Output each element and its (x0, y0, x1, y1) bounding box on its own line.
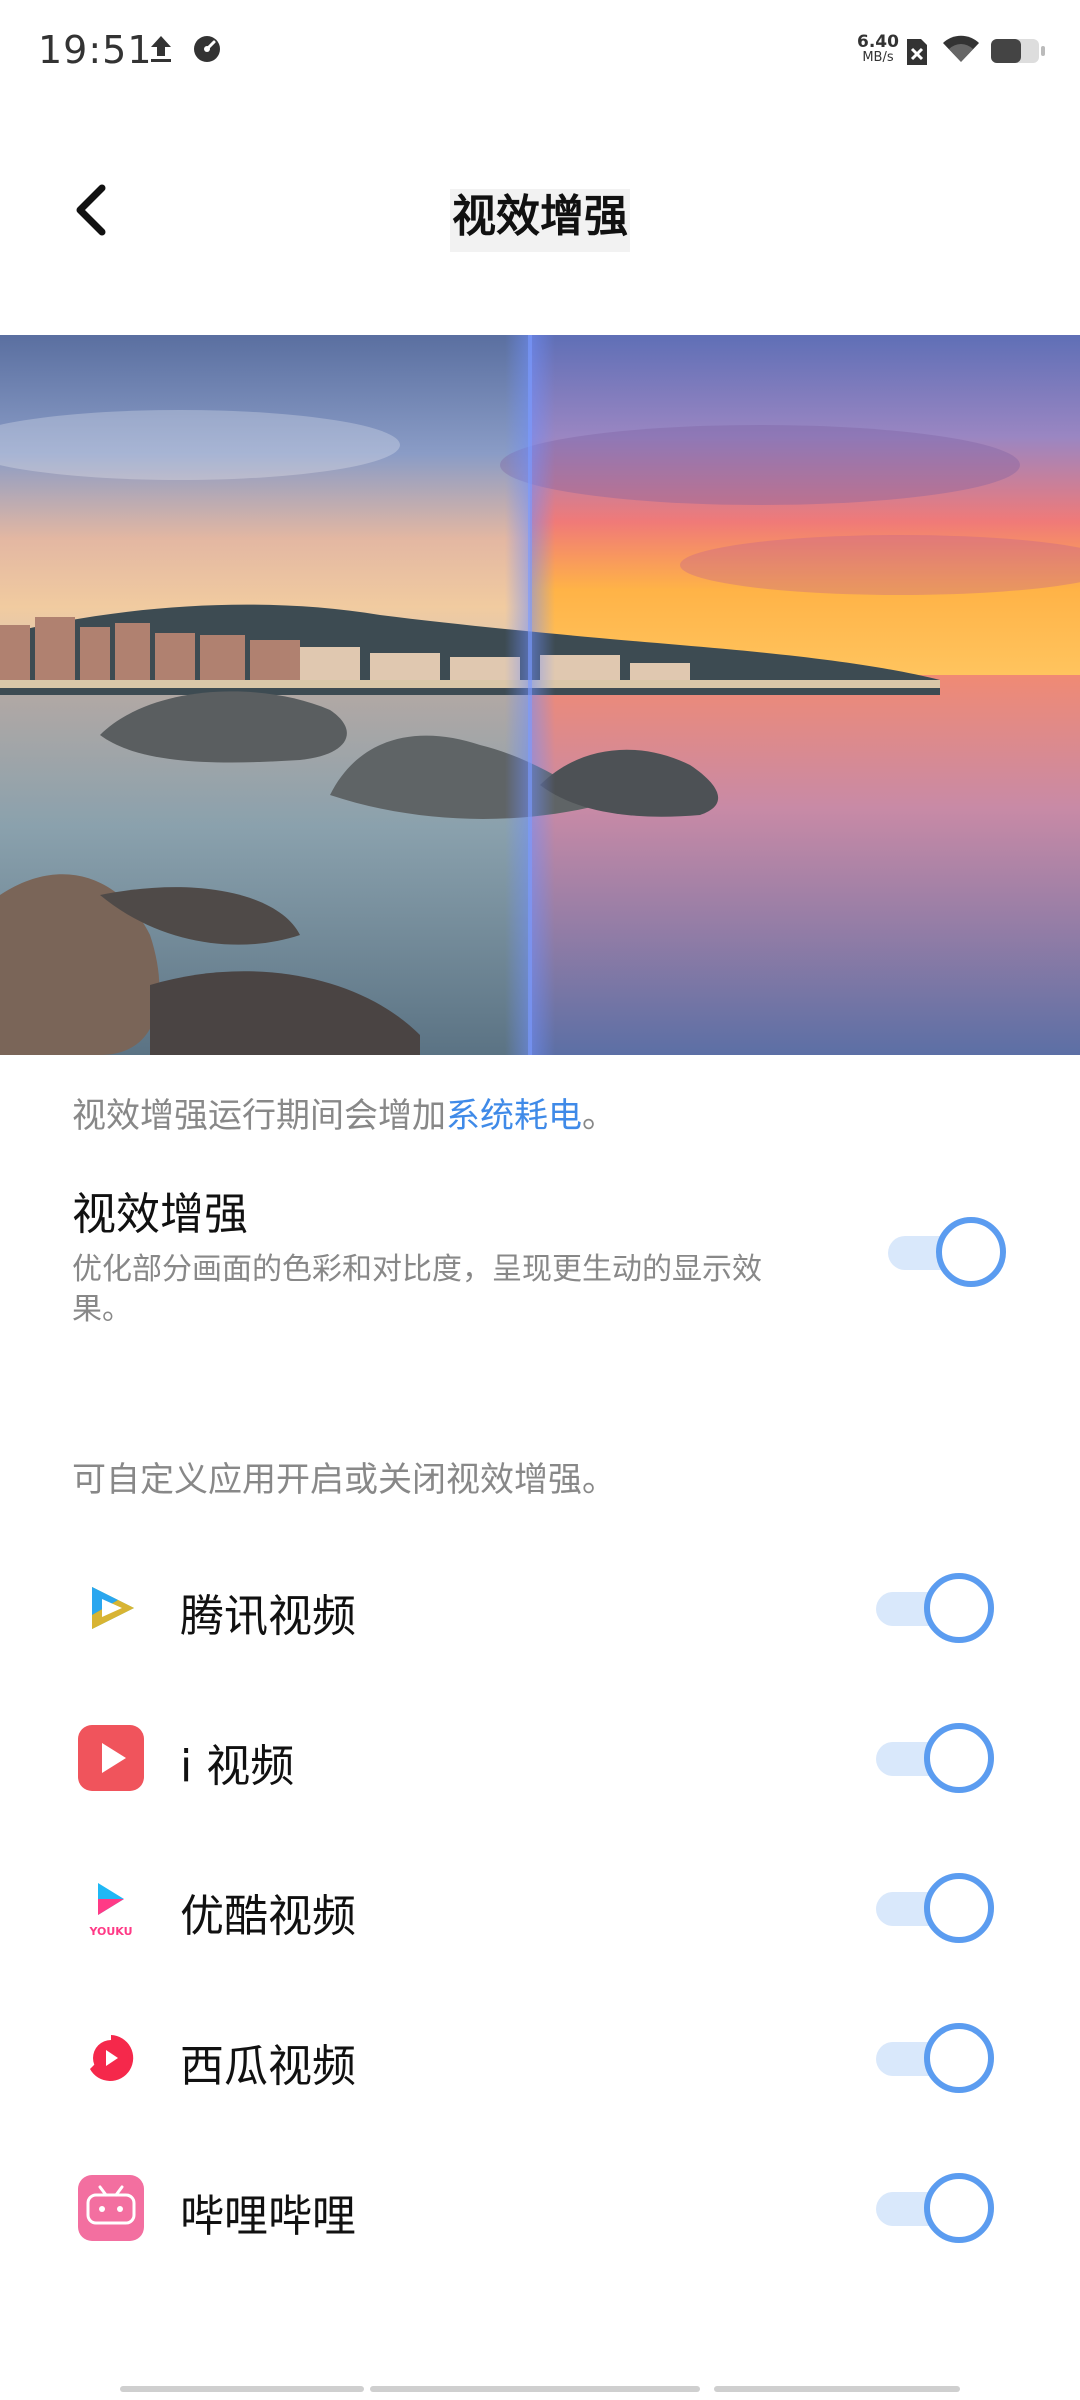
bilibili-icon (78, 2175, 144, 2241)
toggle-knob (924, 1723, 994, 1793)
app-row-youku: YOUKU 优酷视频 (0, 1840, 1080, 1980)
screen: 19:51 6.40 MB/s 视效增强 视效增强运行期间会增加系统耗电。 视效… (0, 0, 1080, 2400)
nav-segment-left (120, 2386, 364, 2392)
note-suffix: 。 (582, 1096, 616, 1136)
visual-enhance-title: 视效增强 (72, 1189, 248, 1240)
app-label: 优酷视频 (180, 1891, 356, 1942)
toggle-knob (924, 1873, 994, 1943)
xigua-video-toggle[interactable] (876, 2023, 996, 2093)
app-row-ivideo: i 视频 (0, 1690, 1080, 1830)
custom-apps-note: 可自定义应用开启或关闭视效增强。 (72, 1460, 616, 1500)
status-time: 19:51 (38, 28, 153, 72)
app-label: 哔哩哔哩 (180, 2191, 356, 2242)
app-row-tencent-video: 腾讯视频 (0, 1540, 1080, 1680)
toggle-knob (924, 2173, 994, 2243)
app-row-bilibili: 哔哩哔哩 (0, 2140, 1080, 2280)
toggle-knob (924, 2023, 994, 2093)
svg-text:YOUKU: YOUKU (88, 1925, 132, 1938)
battery-icon (991, 39, 1045, 63)
navigation-gesture-bar[interactable] (120, 2386, 960, 2394)
note-prefix: 视效增强运行期间会增加 (72, 1096, 446, 1136)
net-speed-unit: MB/s (862, 50, 894, 65)
system-power-link[interactable]: 系统耗电 (446, 1096, 582, 1136)
upload-icon (151, 36, 171, 62)
nav-segment-center (370, 2386, 700, 2392)
net-speed: 6.40 MB/s (856, 34, 900, 66)
youku-icon: YOUKU (78, 1875, 144, 1941)
power-consumption-note: 视效增强运行期间会增加系统耗电。 (72, 1088, 616, 1137)
page-title-text: 视效增强 (450, 189, 630, 252)
sim-off-icon (907, 39, 927, 65)
nav-segment-right (714, 2386, 960, 2392)
tencent-video-icon (78, 1575, 144, 1641)
net-speed-value: 6.40 (857, 32, 899, 52)
header: 视效增强 (0, 150, 1080, 270)
wifi-icon (943, 35, 979, 62)
visual-enhance-description: 优化部分画面的色彩和对比度，呈现更生动的显示效果。 (72, 1252, 762, 1327)
youku-toggle[interactable] (876, 1873, 996, 1943)
app-row-xigua-video: 西瓜视频 (0, 1990, 1080, 2130)
bilibili-toggle[interactable] (876, 2173, 996, 2243)
before-after-preview-image (0, 335, 1080, 1055)
page-title: 视效增强 (0, 180, 1080, 252)
app-label: i 视频 (180, 1741, 295, 1792)
tencent-video-toggle[interactable] (876, 1573, 996, 1643)
xigua-video-icon (78, 2025, 144, 2091)
toggle-knob (936, 1217, 1006, 1287)
ivideo-toggle[interactable] (876, 1723, 996, 1793)
app-label: 腾讯视频 (180, 1591, 356, 1642)
ivideo-icon (78, 1725, 144, 1791)
visual-enhance-toggle[interactable] (888, 1217, 1008, 1287)
toggle-knob (924, 1573, 994, 1643)
status-bar: 19:51 6.40 MB/s (0, 0, 1080, 105)
app-label: 西瓜视频 (180, 2041, 356, 2092)
gauge-icon (194, 36, 220, 62)
